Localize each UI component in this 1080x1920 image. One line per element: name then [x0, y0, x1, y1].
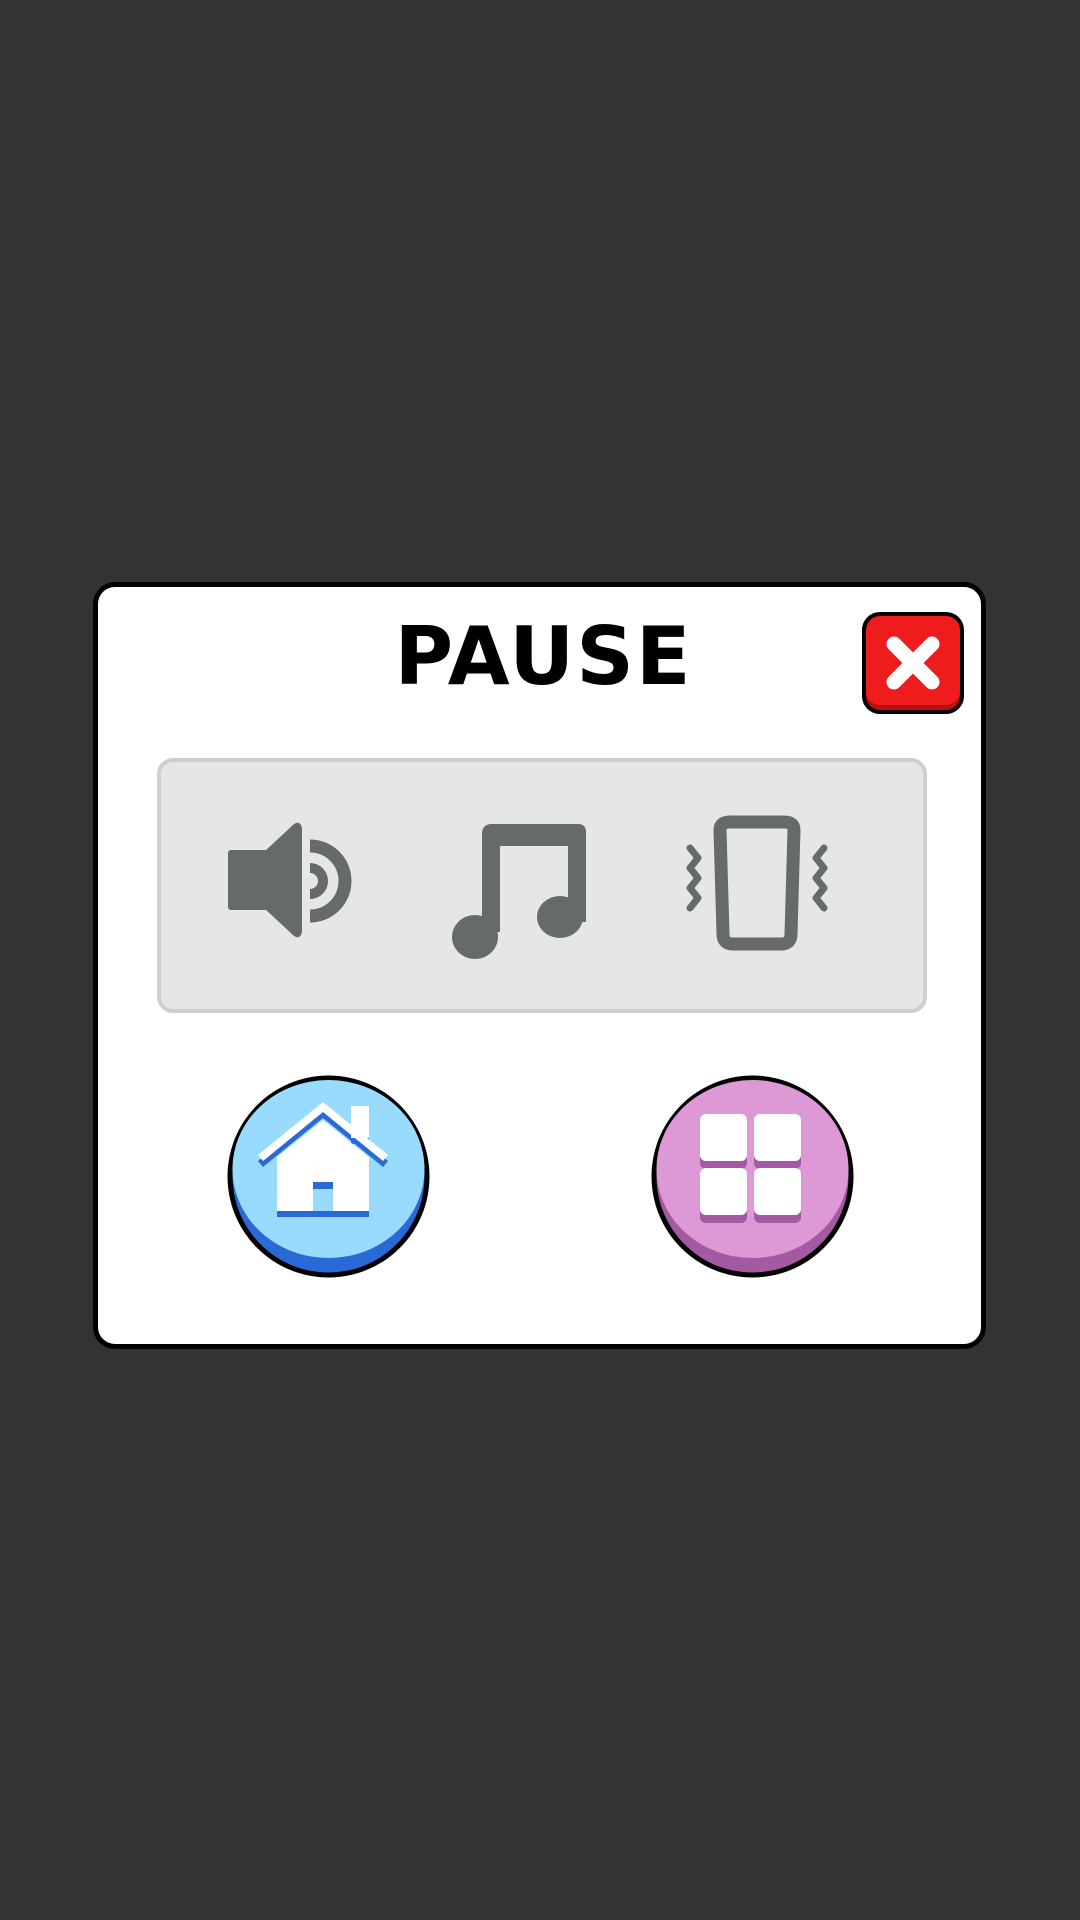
- levels-button[interactable]: [648, 1072, 857, 1281]
- pause-dialog: PAUSE: [93, 582, 986, 1349]
- close-button[interactable]: [862, 612, 964, 714]
- sound-toggle[interactable]: [226, 812, 376, 962]
- pause-title: PAUSE: [394, 610, 693, 703]
- speaker-icon: [228, 822, 352, 938]
- music-note-icon: [452, 824, 586, 959]
- close-icon: [886, 636, 940, 690]
- home-button[interactable]: [224, 1072, 433, 1281]
- vibration-toggle[interactable]: [682, 812, 832, 962]
- music-toggle[interactable]: [448, 812, 598, 962]
- home-button-face: [227, 1075, 430, 1278]
- vibration-icon: [686, 815, 828, 951]
- settings-panel: [157, 758, 927, 1013]
- levels-button-face: [651, 1075, 854, 1278]
